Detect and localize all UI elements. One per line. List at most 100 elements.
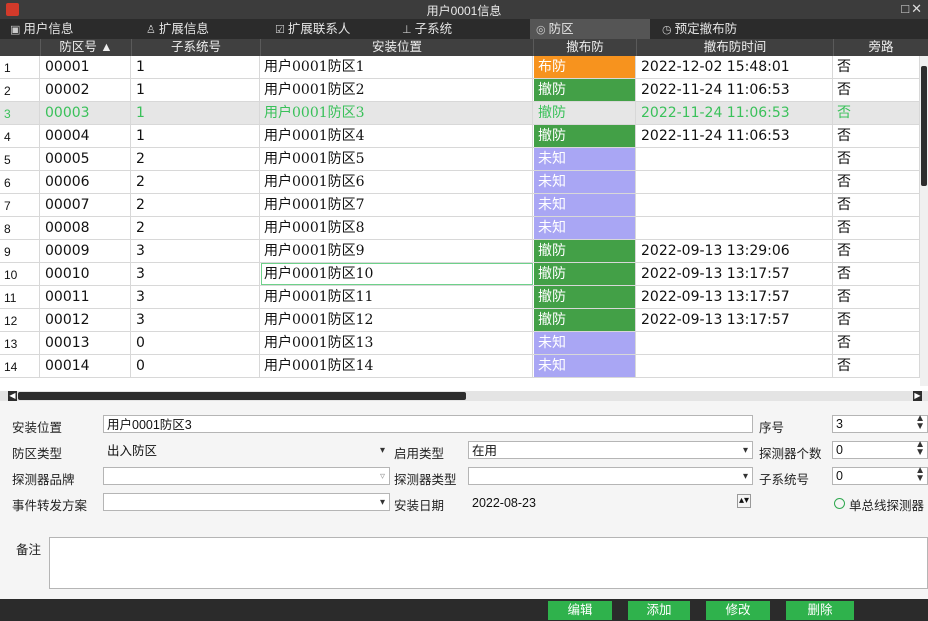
subsystem-cell[interactable]: 3 <box>132 240 260 262</box>
arm-state-cell[interactable]: 撤防 <box>534 263 636 285</box>
bypass-cell[interactable]: 否 <box>834 355 920 377</box>
window-controls[interactable]: □✕ <box>901 1 924 17</box>
tab-user-info[interactable]: ▣ 用户信息 <box>10 19 130 39</box>
bypass-cell[interactable]: 否 <box>834 56 920 78</box>
detector-type-select[interactable] <box>468 467 753 485</box>
subsystem-cell[interactable]: 1 <box>132 102 260 124</box>
horizontal-scroll-thumb[interactable] <box>18 392 466 400</box>
row-number-cell[interactable]: 1 <box>0 56 40 78</box>
row-number-cell[interactable]: 2 <box>0 79 40 101</box>
arm-time-cell[interactable]: 2022-09-13 13:29:06 <box>637 240 833 262</box>
row-number-cell[interactable]: 8 <box>0 217 40 239</box>
arm-state-cell[interactable]: 撤防 <box>534 79 636 101</box>
subsystem-cell[interactable]: 2 <box>132 148 260 170</box>
scroll-right-icon[interactable]: ▶ <box>913 391 922 401</box>
delete-button[interactable]: 删除 <box>786 601 854 620</box>
arm-time-cell[interactable]: 2022-09-13 13:17:57 <box>637 286 833 308</box>
zone-no-cell[interactable]: 00003 <box>41 102 131 124</box>
arm-time-cell[interactable] <box>637 217 833 239</box>
location-cell[interactable]: 用户0001防区8 <box>261 217 533 239</box>
col-bypass[interactable]: 旁路 <box>834 39 928 56</box>
subsystem-cell[interactable]: 1 <box>132 125 260 147</box>
table-row[interactable]: 5 00005 2 用户0001防区5 未知 否 <box>0 148 920 171</box>
location-cell[interactable]: 用户0001防区4 <box>261 125 533 147</box>
table-row[interactable]: 13 00013 0 用户0001防区13 未知 否 <box>0 332 920 355</box>
arm-time-cell[interactable]: 2022-12-02 15:48:01 <box>637 56 833 78</box>
bypass-cell[interactable]: 否 <box>834 148 920 170</box>
tab-ext-contacts[interactable]: ☑ 扩展联系人 <box>275 19 385 39</box>
subsystem-cell[interactable]: 3 <box>132 263 260 285</box>
arm-state-cell[interactable]: 未知 <box>534 332 636 354</box>
arm-time-cell[interactable] <box>637 171 833 193</box>
bypass-cell[interactable]: 否 <box>834 240 920 262</box>
bypass-cell[interactable]: 否 <box>834 332 920 354</box>
edit-button[interactable]: 编辑 <box>548 601 612 620</box>
bypass-cell[interactable]: 否 <box>834 102 920 124</box>
bypass-cell[interactable]: 否 <box>834 217 920 239</box>
row-number-cell[interactable]: 6 <box>0 171 40 193</box>
spin-arrows-icon[interactable]: ▲ ▼ <box>915 440 925 458</box>
zone-no-cell[interactable]: 00011 <box>41 286 131 308</box>
location-cell[interactable]: 用户0001防区2 <box>261 79 533 101</box>
modify-button[interactable]: 修改 <box>706 601 770 620</box>
detector-count-spinner[interactable]: 0 ▲ ▼ <box>832 440 928 459</box>
zone-no-cell[interactable]: 00001 <box>41 56 131 78</box>
zone-no-cell[interactable]: 00012 <box>41 309 131 331</box>
zone-no-cell[interactable]: 00006 <box>41 171 131 193</box>
tab-scheduled-arm[interactable]: ◷ 预定撤布防 <box>662 19 802 39</box>
row-number-cell[interactable]: 11 <box>0 286 40 308</box>
arm-time-cell[interactable] <box>637 194 833 216</box>
zone-no-cell[interactable]: 00005 <box>41 148 131 170</box>
location-cell[interactable]: 用户0001防区14 <box>261 355 533 377</box>
arm-state-cell[interactable]: 撤防 <box>534 286 636 308</box>
subsystem-cell[interactable]: 3 <box>132 286 260 308</box>
location-cell[interactable]: 用户0001防区6 <box>261 171 533 193</box>
location-cell[interactable]: 用户0001防区11 <box>261 286 533 308</box>
table-row[interactable]: 7 00007 2 用户0001防区7 未知 否 <box>0 194 920 217</box>
row-number-cell[interactable]: 13 <box>0 332 40 354</box>
row-number-cell[interactable]: 10 <box>0 263 40 285</box>
arm-time-cell[interactable]: 2022-09-13 13:17:57 <box>637 263 833 285</box>
table-row[interactable]: 4 00004 1 用户0001防区4 撤防 2022-11-24 11:06:53 否 <box>0 125 920 148</box>
arm-state-cell[interactable]: 未知 <box>534 217 636 239</box>
zone-no-cell[interactable]: 00010 <box>41 263 131 285</box>
tab-ext-info[interactable]: ♙ 扩展信息 <box>146 19 256 39</box>
row-number-cell[interactable]: 12 <box>0 309 40 331</box>
row-number-cell[interactable]: 4 <box>0 125 40 147</box>
zone-no-cell[interactable]: 00002 <box>41 79 131 101</box>
arm-time-cell[interactable]: 2022-11-24 11:06:53 <box>637 79 833 101</box>
arm-time-cell[interactable]: 2022-11-24 11:06:53 <box>637 102 833 124</box>
horizontal-scrollbar[interactable]: ◀ ▶ <box>0 391 928 401</box>
install-date-field[interactable]: 2022-08-23 ▴▾ <box>468 493 753 511</box>
vertical-scrollbar[interactable] <box>920 56 928 386</box>
zone-no-cell[interactable]: 00007 <box>41 194 131 216</box>
table-row[interactable]: 10 00010 3 用户0001防区10 撤防 2022-09-13 13:17:57 否 <box>0 263 920 286</box>
row-number-cell[interactable]: 9 <box>0 240 40 262</box>
bypass-cell[interactable]: 否 <box>834 263 920 285</box>
zone-grid[interactable]: 1 00001 1 用户0001防区1 布防 2022-12-02 15:48:01 否 2 0… <box>0 56 928 386</box>
detector-brand-select[interactable] <box>103 467 390 485</box>
install-location-field[interactable]: 用户0001防区3 <box>103 415 753 433</box>
zone-no-cell[interactable]: 00008 <box>41 217 131 239</box>
subsystem-cell[interactable]: 0 <box>132 332 260 354</box>
table-row[interactable]: 6 00006 2 用户0001防区6 未知 否 <box>0 171 920 194</box>
col-zone-no[interactable]: 防区号 ▲ <box>41 39 132 56</box>
col-location[interactable]: 安装位置 <box>261 39 534 56</box>
tab-subsystem[interactable]: ⊥ 子系统 <box>402 19 502 39</box>
row-number-cell[interactable]: 7 <box>0 194 40 216</box>
tab-zones[interactable]: ◎ 防区 <box>530 19 650 39</box>
vertical-scroll-thumb[interactable] <box>921 66 927 186</box>
subsystem-cell[interactable]: 3 <box>132 309 260 331</box>
bypass-cell[interactable]: 否 <box>834 309 920 331</box>
table-row[interactable]: 3 00003 1 用户0001防区3 撤防 2022-11-24 11:06:53 否 <box>0 102 920 125</box>
location-cell[interactable]: 用户0001防区10 <box>261 263 533 285</box>
remark-textarea[interactable] <box>49 537 928 589</box>
single-bus-radio[interactable] <box>834 498 845 509</box>
subsystem-cell[interactable]: 2 <box>132 171 260 193</box>
seq-spinner[interactable]: 3 ▲ ▼ <box>832 414 928 433</box>
calendar-picker-icon[interactable]: ▴▾ <box>737 494 752 508</box>
location-cell[interactable]: 用户0001防区9 <box>261 240 533 262</box>
table-row[interactable]: 2 00002 1 用户0001防区2 撤防 2022-11-24 11:06:53 否 <box>0 79 920 102</box>
subsystem-cell[interactable]: 0 <box>132 355 260 377</box>
arm-state-cell[interactable]: 撤防 <box>534 240 636 262</box>
